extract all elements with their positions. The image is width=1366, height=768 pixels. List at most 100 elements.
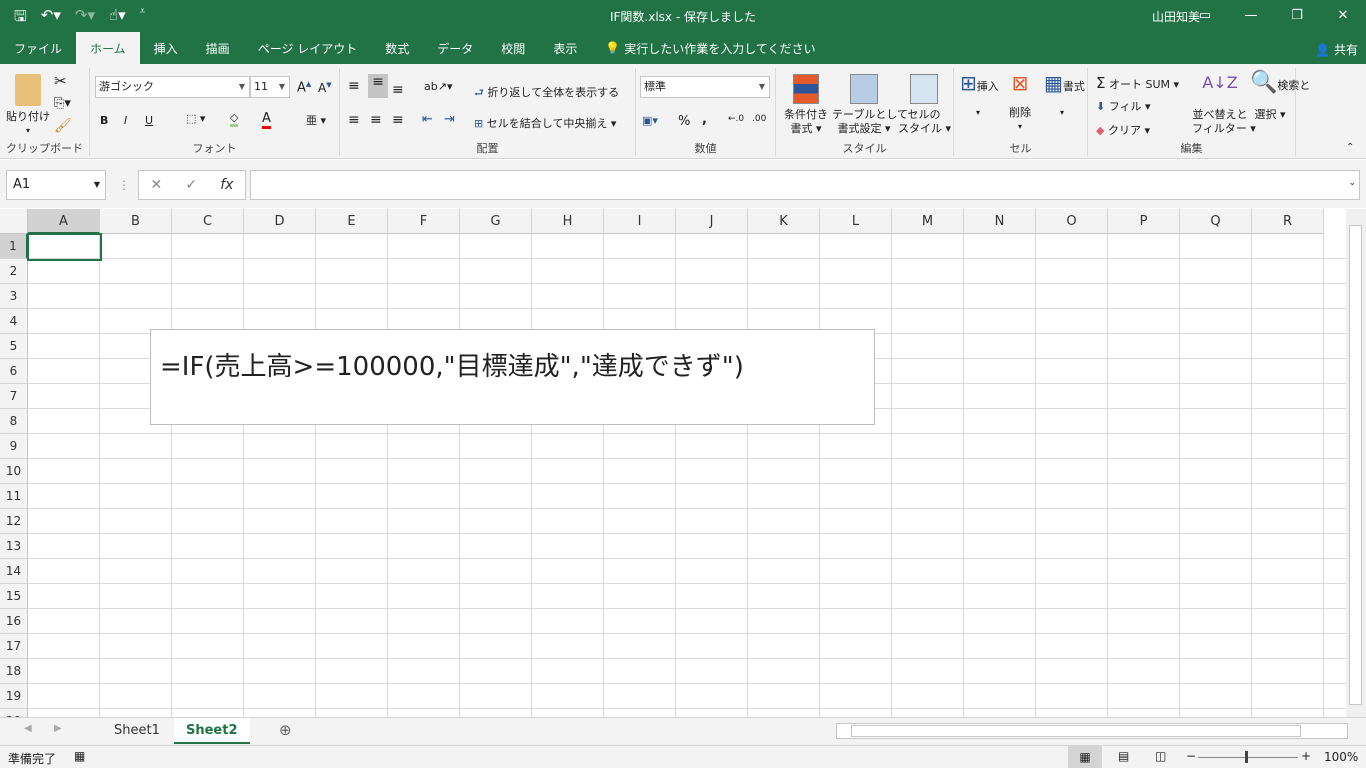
borders-icon[interactable]: ⬚ ▾ bbox=[186, 112, 205, 125]
row-header-5[interactable]: 5 bbox=[0, 334, 28, 359]
insert-function-icon[interactable]: fx bbox=[220, 177, 233, 193]
restore-button[interactable]: ❐ bbox=[1274, 0, 1320, 32]
align-bottom-icon[interactable]: ≡ bbox=[392, 82, 404, 98]
font-size-select[interactable]: 11 ▼ bbox=[250, 76, 290, 98]
row-header-17[interactable]: 17 bbox=[0, 634, 28, 659]
fill-color-icon[interactable]: ◇ bbox=[230, 111, 239, 127]
new-sheet-icon[interactable]: ⊕ bbox=[279, 721, 292, 739]
column-header-F[interactable]: F bbox=[388, 209, 460, 234]
tab-home[interactable]: ホーム bbox=[76, 32, 140, 64]
row-header-14[interactable]: 14 bbox=[0, 559, 28, 584]
row-header-7[interactable]: 7 bbox=[0, 384, 28, 409]
name-box[interactable]: A1 ▼ bbox=[6, 170, 106, 200]
column-header-H[interactable]: H bbox=[532, 209, 604, 234]
paste-button[interactable]: 貼り付け ▾ bbox=[6, 74, 50, 138]
find-select-button[interactable]: 🔍検索と 選択 ▾ bbox=[1250, 72, 1310, 122]
scroll-sheets-left-icon[interactable]: ◀ bbox=[24, 723, 32, 734]
cells-area[interactable] bbox=[28, 234, 1346, 717]
column-header-Q[interactable]: Q bbox=[1180, 209, 1252, 234]
row-header-12[interactable]: 12 bbox=[0, 509, 28, 534]
insert-cells-button[interactable]: ⊞挿入 ▾ bbox=[960, 73, 999, 120]
bold-button[interactable]: B bbox=[100, 114, 108, 127]
scroll-sheets-right-icon[interactable]: ▶ bbox=[54, 723, 62, 734]
orientation-icon[interactable]: ab↗▾ bbox=[424, 80, 452, 93]
tab-view[interactable]: 表示 bbox=[539, 32, 591, 64]
tell-me-box[interactable]: 実行したい作業を入力してください bbox=[624, 40, 815, 57]
ribbon-display-options-icon[interactable]: ▭ bbox=[1182, 0, 1228, 32]
increase-indent-icon[interactable]: ⇥ bbox=[444, 112, 455, 127]
underline-button[interactable]: U bbox=[145, 114, 153, 127]
tab-page-layout[interactable]: ページ レイアウト bbox=[244, 32, 372, 64]
column-header-J[interactable]: J bbox=[676, 209, 748, 234]
tab-file[interactable]: ファイル bbox=[0, 32, 76, 64]
format-cells-button[interactable]: ▦書式 ▾ bbox=[1044, 73, 1085, 120]
row-header-11[interactable]: 11 bbox=[0, 484, 28, 509]
row-header-15[interactable]: 15 bbox=[0, 584, 28, 609]
align-center-icon[interactable]: ≡ bbox=[370, 112, 382, 128]
format-painter-icon[interactable]: 🖌 bbox=[54, 118, 72, 134]
accounting-format-icon[interactable]: ▣▾ bbox=[642, 114, 658, 127]
row-header-16[interactable]: 16 bbox=[0, 609, 28, 634]
column-header-O[interactable]: O bbox=[1036, 209, 1108, 234]
row-header-6[interactable]: 6 bbox=[0, 359, 28, 384]
column-header-C[interactable]: C bbox=[172, 209, 244, 234]
align-left-icon[interactable]: ≡ bbox=[348, 112, 360, 128]
row-header-3[interactable]: 3 bbox=[0, 284, 28, 309]
expand-formula-bar-icon[interactable]: ⌄ bbox=[1348, 178, 1356, 188]
decrease-font-icon[interactable]: A▼ bbox=[318, 81, 332, 95]
normal-view-icon[interactable]: ▦ bbox=[1068, 746, 1102, 768]
conditional-formatting-button[interactable]: 条件付き 書式 ▾ bbox=[780, 74, 832, 136]
row-header-4[interactable]: 4 bbox=[0, 309, 28, 334]
formula-input[interactable] bbox=[250, 170, 1360, 200]
font-name-select[interactable]: 游ゴシック ▼ bbox=[95, 76, 250, 98]
enter-icon[interactable]: ✓ bbox=[185, 177, 197, 193]
page-layout-view-icon[interactable]: ▤ bbox=[1118, 749, 1129, 763]
row-header-10[interactable]: 10 bbox=[0, 459, 28, 484]
row-header-20[interactable]: 20 bbox=[0, 709, 28, 717]
sort-filter-button[interactable]: A↓Z 並べ替えと フィルター ▾ bbox=[1192, 75, 1256, 136]
delete-cells-button[interactable]: ⊠ 削除 ▾ bbox=[1002, 73, 1038, 134]
percent-button[interactable]: % bbox=[678, 114, 690, 129]
minimize-button[interactable]: — bbox=[1228, 0, 1274, 32]
tab-data[interactable]: データ bbox=[423, 32, 487, 64]
tab-review[interactable]: 校閲 bbox=[487, 32, 539, 64]
close-button[interactable]: ✕ bbox=[1320, 0, 1366, 32]
formula-text-box[interactable]: =IF(売上高>=100000,"目標達成","達成できず") bbox=[150, 329, 875, 425]
tab-insert[interactable]: 挿入 bbox=[140, 32, 192, 64]
zoom-slider-thumb[interactable] bbox=[1245, 751, 1248, 763]
row-header-8[interactable]: 8 bbox=[0, 409, 28, 434]
wrap-text-button[interactable]: ⮐ 折り返して全体を表示する bbox=[474, 84, 619, 103]
tab-draw[interactable]: 描画 bbox=[192, 32, 244, 64]
row-header-19[interactable]: 19 bbox=[0, 684, 28, 709]
increase-font-icon[interactable]: A▲ bbox=[297, 80, 311, 95]
column-header-M[interactable]: M bbox=[892, 209, 964, 234]
column-header-E[interactable]: E bbox=[316, 209, 388, 234]
column-header-B[interactable]: B bbox=[100, 209, 172, 234]
column-header-A[interactable]: A bbox=[28, 209, 100, 234]
align-top-icon[interactable]: ≡ bbox=[348, 78, 360, 94]
decrease-decimal-icon[interactable]: .00 bbox=[752, 114, 766, 124]
font-color-icon[interactable]: A bbox=[262, 111, 271, 129]
horizontal-scroll-thumb[interactable] bbox=[851, 725, 1301, 737]
column-header-K[interactable]: K bbox=[748, 209, 820, 234]
cell-styles-button[interactable]: セルの スタイル ▾ bbox=[898, 74, 951, 136]
phonetic-icon[interactable]: 亜 ▾ bbox=[306, 112, 326, 128]
zoom-out-button[interactable]: − bbox=[1186, 749, 1196, 763]
cancel-icon[interactable]: ✕ bbox=[151, 177, 163, 193]
column-header-I[interactable]: I bbox=[604, 209, 676, 234]
column-header-P[interactable]: P bbox=[1108, 209, 1180, 234]
column-header-G[interactable]: G bbox=[460, 209, 532, 234]
row-header-1[interactable]: 1 bbox=[0, 234, 28, 259]
zoom-slider[interactable] bbox=[1198, 757, 1298, 758]
zoom-in-button[interactable]: + bbox=[1301, 749, 1311, 763]
italic-button[interactable]: I bbox=[124, 114, 127, 127]
active-cell-a1[interactable] bbox=[27, 233, 102, 261]
row-header-13[interactable]: 13 bbox=[0, 534, 28, 559]
align-right-icon[interactable]: ≡ bbox=[392, 112, 404, 128]
copy-icon[interactable]: ⎘▾ bbox=[54, 96, 71, 111]
horizontal-scrollbar[interactable] bbox=[836, 723, 1348, 739]
row-header-9[interactable]: 9 bbox=[0, 434, 28, 459]
column-header-N[interactable]: N bbox=[964, 209, 1036, 234]
comma-button[interactable]: , bbox=[702, 112, 707, 127]
cut-icon[interactable]: ✂ bbox=[54, 72, 67, 90]
